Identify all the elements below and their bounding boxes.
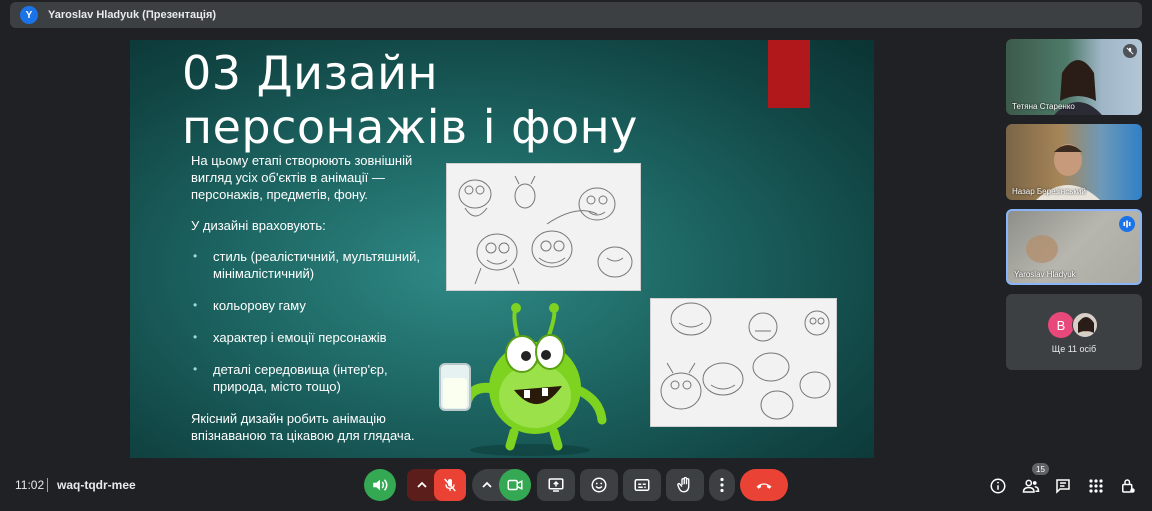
info-icon xyxy=(990,478,1006,494)
more-options-button[interactable] xyxy=(709,469,735,501)
presenter-title: Yaroslav Hladyuk (Презентація) xyxy=(48,9,217,21)
slide-conclusion: Якісний дизайн робить анімацію впізнаван… xyxy=(191,411,415,443)
meeting-code: waq-tqdr-mee xyxy=(57,478,136,492)
slide-bullet: деталі середовища (інтер'єр, природа, мі… xyxy=(191,361,441,395)
emoji-icon xyxy=(591,477,607,493)
camera-toggle-button[interactable] xyxy=(499,469,531,501)
present-icon xyxy=(548,478,564,492)
more-icon xyxy=(720,477,724,493)
camera-icon xyxy=(507,479,523,491)
presenter-bar: Y Yaroslav Hladyuk (Презентація) xyxy=(10,2,1142,28)
slide-list-heading: У дизайні враховують: xyxy=(191,218,326,233)
presenter-avatar: Y xyxy=(20,6,38,24)
reactions-button[interactable] xyxy=(580,469,618,501)
slide-body: На цьому етапі створюють зовнішній вигля… xyxy=(191,152,441,458)
captions-icon xyxy=(634,479,650,491)
more-participants-tile[interactable]: B Ще 11 осіб xyxy=(1006,294,1142,370)
activities-button[interactable] xyxy=(1085,475,1107,497)
chevron-up-icon[interactable] xyxy=(481,479,493,491)
participant-name: Назар Березінський xyxy=(1012,187,1086,196)
bottom-toolbar: 11:02 waq-tqdr-mee 15 xyxy=(0,463,1152,506)
mic-off-icon xyxy=(1123,44,1137,58)
raise-hand-icon xyxy=(677,476,690,493)
chevron-up-icon[interactable] xyxy=(416,479,428,491)
slide-accent-rectangle xyxy=(768,40,810,108)
people-button[interactable] xyxy=(1020,475,1042,497)
shared-slide: 03 Дизайн персонажів і фону На цьому ета… xyxy=(130,40,874,458)
participant-tile-active-speaker[interactable]: Yaroslav Hladyuk xyxy=(1006,209,1142,285)
microphone-control xyxy=(407,469,466,501)
speaking-indicator-icon xyxy=(1119,216,1135,232)
meeting-details-button[interactable] xyxy=(987,475,1009,497)
character-sketch-image xyxy=(446,163,641,291)
participant-tile[interactable]: Назар Березінський xyxy=(1006,124,1142,200)
speaker-button[interactable] xyxy=(364,469,396,501)
slide-bullet-list: стиль (реалістичний, мультяшний, мінімал… xyxy=(191,248,441,395)
speaker-icon xyxy=(373,479,388,491)
host-controls-button[interactable] xyxy=(1117,475,1139,497)
mic-toggle-button[interactable] xyxy=(434,469,466,501)
host-controls-icon xyxy=(1122,479,1135,493)
more-participants-label: Ще 11 осіб xyxy=(1051,344,1097,354)
divider xyxy=(47,478,48,492)
captions-button[interactable] xyxy=(623,469,661,501)
participant-avatar: B xyxy=(1048,312,1074,338)
participant-name: Yaroslav Hladyuk xyxy=(1014,270,1076,279)
slide-bullet: стиль (реалістичний, мультяшний, мінімал… xyxy=(191,248,441,282)
mic-off-icon xyxy=(444,478,456,492)
more-participants-avatars: B xyxy=(1048,312,1108,340)
participant-tile[interactable]: Тетяна Старенко xyxy=(1006,39,1142,115)
present-screen-button[interactable] xyxy=(537,469,575,501)
slide-bullet: кольорову гаму xyxy=(191,297,441,314)
slide-intro: На цьому етапі створюють зовнішній вигля… xyxy=(191,153,413,202)
people-icon xyxy=(1022,479,1040,493)
slide-bullet: характер і емоції персонажів xyxy=(191,329,441,346)
green-monster-illustration xyxy=(430,298,630,458)
leave-call-button[interactable] xyxy=(740,469,788,501)
leave-call-icon xyxy=(756,483,772,489)
activities-icon xyxy=(1089,479,1103,493)
chat-icon xyxy=(1056,479,1070,494)
raise-hand-button[interactable] xyxy=(666,469,704,501)
people-count-badge: 15 xyxy=(1032,463,1049,475)
chat-button[interactable] xyxy=(1052,475,1074,497)
camera-control xyxy=(472,469,531,501)
clock: 11:02 xyxy=(15,478,45,492)
slide-title: 03 Дизайн персонажів і фону xyxy=(182,46,638,154)
character-sketch-image xyxy=(650,298,837,427)
participant-name: Тетяна Старенко xyxy=(1012,102,1075,111)
participant-avatar-photo xyxy=(1072,312,1098,338)
